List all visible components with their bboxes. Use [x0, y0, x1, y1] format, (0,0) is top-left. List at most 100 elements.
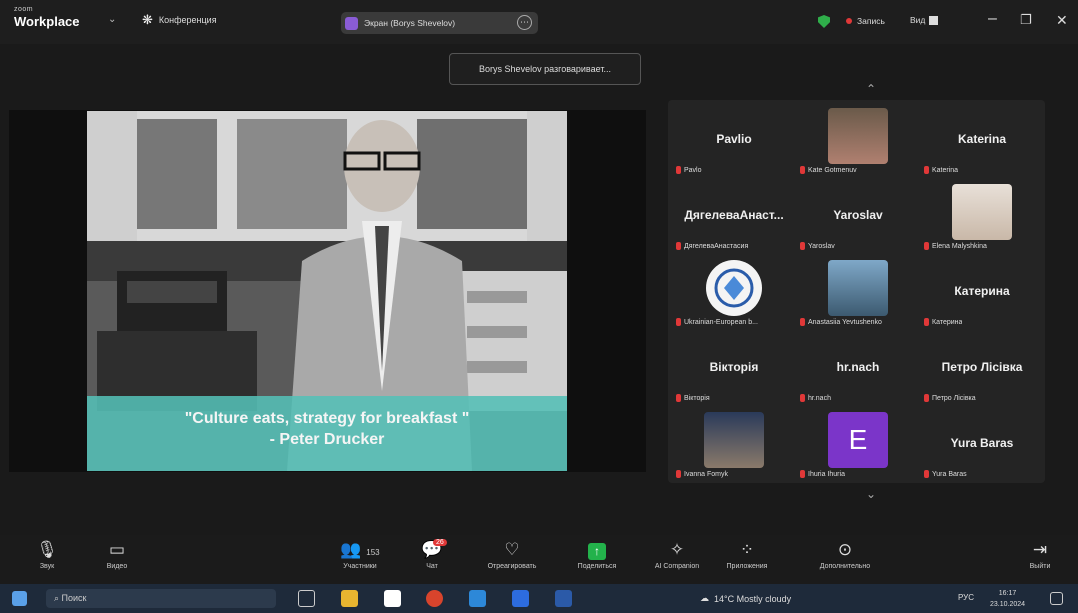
edge-icon[interactable]: [469, 590, 486, 607]
leave-label: Выйти: [1029, 563, 1051, 570]
ai-companion-label: AI Companion: [654, 563, 700, 570]
recording-dot-icon: [846, 18, 852, 24]
participant-label: Elena Malyshkina: [924, 242, 987, 250]
participant-tile[interactable]: ДягелеваАнаст... ДягелеваАнастасия: [672, 178, 796, 253]
restore-icon[interactable]: ❐: [1020, 12, 1032, 28]
screen-share-icon: [345, 16, 358, 30]
participant-tile[interactable]: Katerina Katerina: [920, 102, 1044, 177]
zoom-logo: zoom Workplace: [14, 6, 80, 28]
chat-label: Чат: [426, 563, 438, 570]
word-icon[interactable]: [555, 590, 572, 607]
notepad-icon[interactable]: [384, 590, 401, 607]
participant-name: Yura Baras: [950, 436, 1014, 450]
chrome-icon[interactable]: [426, 590, 443, 607]
search-placeholder: Поиск: [61, 593, 87, 603]
leave-button[interactable]: ⇥ Выйти: [1005, 539, 1075, 570]
conference-label: Конференция: [158, 15, 217, 25]
close-icon[interactable]: ✕: [1056, 12, 1068, 29]
participant-tile[interactable]: Yura Baras Yura Baras: [920, 406, 1044, 481]
video-button[interactable]: ▭ Видео: [82, 539, 152, 570]
apps-button[interactable]: ⁘ Приложения: [712, 539, 782, 570]
taskbar-search[interactable]: ⌕ Поиск: [46, 589, 276, 608]
cloud-icon: ☁: [700, 593, 709, 603]
weather-widget[interactable]: ☁ 14°C Mostly cloudy: [700, 593, 791, 604]
muted-mic-icon: [676, 166, 681, 174]
title-bar: zoom Workplace ⌄ ❋ Конференция Экран (Bo…: [0, 0, 1078, 44]
audio-button[interactable]: 🎙 Звук: [12, 539, 82, 570]
slide-author: - Peter Drucker: [269, 431, 385, 448]
participant-tile[interactable]: Anastasiia Yevtushenko: [796, 254, 920, 329]
participant-tile[interactable]: Петро Лісівка Петро Лісівка: [920, 330, 1044, 405]
chat-button[interactable]: 💬 26 Чат: [397, 539, 467, 570]
muted-mic-icon: [800, 166, 805, 174]
windows-start-icon[interactable]: [12, 591, 27, 606]
weather-text: 14°C Mostly cloudy: [714, 593, 792, 604]
audio-label: Звук: [39, 563, 55, 570]
view-menu[interactable]: Вид: [910, 15, 939, 25]
participant-avatar-letter: E: [828, 412, 888, 468]
muted-mic-icon: [800, 318, 805, 326]
react-button[interactable]: ♡ Отреагировать: [477, 539, 547, 570]
minimize-icon[interactable]: –: [988, 10, 997, 28]
muted-mic-icon: [924, 318, 929, 326]
more-icon: ⊙: [837, 540, 853, 559]
participant-tile[interactable]: Ukrainian-European b...: [672, 254, 796, 329]
participant-tile[interactable]: Pavlio Pavlo: [672, 102, 796, 177]
participant-tile[interactable]: Ivanna Fomyk: [672, 406, 796, 481]
more-options-icon[interactable]: ⋯: [517, 15, 532, 30]
participant-video: [704, 412, 764, 468]
apps-label: Приложения: [726, 563, 768, 570]
gallery-scroll-down-icon[interactable]: ⌄: [866, 487, 876, 501]
muted-mic-icon: [924, 470, 929, 478]
conference-menu[interactable]: ❋ Конференция: [142, 12, 217, 28]
participants-count: 153: [366, 548, 380, 557]
participant-name: Pavlio: [716, 132, 752, 146]
meeting-toolbar: 🎙 Звук ▭ Видео 👥 153 Участники 💬 26 Чат …: [0, 535, 1078, 584]
recording-indicator[interactable]: Запись: [846, 16, 885, 26]
leave-icon: ⇥: [1032, 540, 1048, 559]
react-label: Отреагировать: [487, 563, 537, 570]
participant-tile[interactable]: Вікторія Вікторія: [672, 330, 796, 405]
speaking-tooltip: Borys Shevelov разговаривает...: [449, 53, 641, 85]
participant-tile[interactable]: Kate Gotmenuv: [796, 102, 920, 177]
zoom-taskbar-icon[interactable]: [512, 590, 529, 607]
participant-label: Yura Baras: [924, 470, 967, 478]
screen-share-pill[interactable]: Экран (Borys Shevelov) ⋯: [341, 12, 538, 34]
file-explorer-icon[interactable]: [341, 590, 358, 607]
muted-mic-icon: [676, 242, 681, 250]
chevron-down-icon[interactable]: ⌄: [108, 14, 116, 25]
task-view-icon[interactable]: [298, 590, 315, 607]
apps-icon: ⁘: [739, 540, 755, 559]
language-indicator[interactable]: РУС: [958, 593, 974, 602]
gallery-scroll-up-icon[interactable]: ⌃: [866, 82, 876, 96]
participant-name: hr.nach: [836, 360, 880, 374]
recording-label: Запись: [857, 16, 885, 26]
ai-companion-button[interactable]: ✧ AI Companion: [642, 539, 712, 570]
more-button[interactable]: ⊙ Дополнительно: [810, 539, 880, 570]
share-button[interactable]: ↑ Поделиться: [562, 539, 632, 570]
participant-label: Kate Gotmenuv: [800, 166, 857, 174]
participant-name: ДягелеваАнаст...: [684, 208, 784, 222]
participant-label: Катерина: [924, 318, 962, 326]
participant-tile[interactable]: E Ihuria Ihuria: [796, 406, 920, 481]
paw-icon: ❋: [142, 12, 153, 27]
participant-tile[interactable]: Yaroslav Yaroslav: [796, 178, 920, 253]
share-label: Поделиться: [577, 563, 617, 570]
participant-tile[interactable]: Elena Malyshkina: [920, 178, 1044, 253]
participant-label: Петро Лісівка: [924, 394, 976, 402]
participant-tile[interactable]: Катерина Катерина: [920, 254, 1044, 329]
share-screen-icon: ↑: [588, 543, 606, 560]
participant-name: Katerina: [957, 132, 1007, 146]
participant-avatar: [828, 260, 888, 316]
muted-mic-icon: [924, 394, 929, 402]
clock-time: 16:17: [998, 590, 1017, 597]
security-shield-icon[interactable]: [818, 15, 830, 28]
muted-mic-icon: [924, 166, 929, 174]
participants-button[interactable]: 👥 153 Участники: [325, 539, 395, 570]
muted-mic-icon: [676, 470, 681, 478]
participant-label: Pavlo: [676, 166, 702, 174]
participant-tile[interactable]: hr.nach hr.nach: [796, 330, 920, 405]
notifications-icon[interactable]: [1050, 592, 1063, 605]
clock-date: 23.10.2024: [990, 601, 1026, 608]
taskbar-clock[interactable]: 16:17 23.10.2024: [990, 588, 1025, 610]
